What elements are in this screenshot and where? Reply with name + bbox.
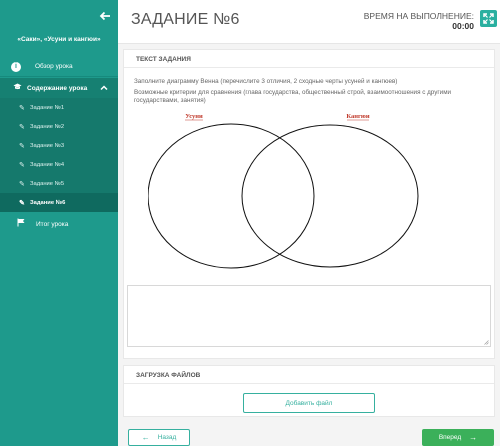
arrow-left-icon[interactable] xyxy=(99,10,111,22)
task-heading: ТЕКСТ ЗАДАНИЯ xyxy=(124,50,494,68)
sidebar-item-overview[interactable]: i Обзор урока xyxy=(0,57,118,77)
main-content: ТЕКСТ ЗАДАНИЯ Заполните диаграмму Венна … xyxy=(118,44,500,446)
venn-diagram: Усуни Кангюи xyxy=(148,113,419,269)
graduation-cap-icon xyxy=(12,83,22,94)
task-label: Задание №5 xyxy=(30,180,65,187)
sidebar-item-label: Итог урока xyxy=(36,220,69,228)
sidebar-item-task-2[interactable]: ✎ Задание №2 xyxy=(0,117,118,136)
task-label: Задание №2 xyxy=(30,123,65,130)
task-label: Задание №3 xyxy=(30,142,65,149)
venn-left-circle xyxy=(148,123,315,269)
course-title: «Саки», «Усуни и кангюи» xyxy=(17,36,101,43)
task-card: ТЕКСТ ЗАДАНИЯ Заполните диаграмму Венна … xyxy=(123,49,495,359)
task-label: Задание №1 xyxy=(30,104,65,111)
venn-right-circle xyxy=(241,124,419,268)
edit-icon: ✎ xyxy=(19,161,25,169)
task-label: Задание №4 xyxy=(30,161,65,168)
header: ЗАДАНИЕ №6 ВРЕМЯ НА ВЫПОЛНЕНИЕ: 00:00 xyxy=(118,0,500,44)
timer-label: ВРЕМЯ НА ВЫПОЛНЕНИЕ: xyxy=(363,11,474,21)
sidebar-item-task-6[interactable]: ✎ Задание №6 xyxy=(0,193,118,212)
page-title: ЗАДАНИЕ №6 xyxy=(131,11,240,28)
task-list: ✎ Задание №1 ✎ Задание №2 ✎ Задание №3 ✎… xyxy=(0,98,118,212)
task-criteria: Возможные критерии для сравнения (глава … xyxy=(134,89,452,104)
sidebar-item-contents[interactable]: Содержание урока xyxy=(0,78,118,98)
timer-value: 00:00 xyxy=(452,21,474,31)
upload-card: ЗАГРУЗКА ФАЙЛОВ Добавить файл xyxy=(123,365,495,417)
arrow-left-icon: ← xyxy=(141,433,150,442)
arrow-right-icon: → xyxy=(469,433,478,442)
sidebar-item-result[interactable]: Итог урока xyxy=(0,214,118,234)
edit-icon: ✎ xyxy=(19,123,25,131)
venn-left-label: Усуни xyxy=(185,113,203,120)
edit-icon: ✎ xyxy=(19,142,25,150)
sidebar: «Саки», «Усуни и кангюи» i Обзор урока С… xyxy=(0,0,118,446)
next-button-label: Вперед xyxy=(438,434,462,441)
sidebar-item-label: Обзор урока xyxy=(35,63,73,70)
edit-icon: ✎ xyxy=(19,180,25,188)
edit-icon: ✎ xyxy=(19,199,25,207)
sidebar-item-task-5[interactable]: ✎ Задание №5 xyxy=(0,174,118,193)
task-instruction: Заполните диаграмму Венна (перечислите 3… xyxy=(134,78,398,85)
edit-icon: ✎ xyxy=(19,104,25,112)
info-icon: i xyxy=(11,61,21,72)
sidebar-item-task-4[interactable]: ✎ Задание №4 xyxy=(0,155,118,174)
answer-textarea[interactable] xyxy=(127,285,491,347)
next-button[interactable]: Вперед → xyxy=(422,429,494,446)
back-button-label: Назад xyxy=(157,434,177,441)
resize-handle-icon[interactable] xyxy=(484,340,489,345)
back-button[interactable]: ← Назад xyxy=(128,429,190,446)
sidebar-item-task-3[interactable]: ✎ Задание №3 xyxy=(0,136,118,155)
chevron-up-icon[interactable] xyxy=(100,84,108,92)
sidebar-item-label: Содержание урока xyxy=(27,84,88,92)
venn-right-label: Кангюи xyxy=(346,113,370,120)
flag-icon xyxy=(16,218,26,230)
fullscreen-icon xyxy=(483,13,494,24)
task-label: Задание №6 xyxy=(30,199,66,206)
sidebar-item-task-1[interactable]: ✎ Задание №1 xyxy=(0,98,118,117)
upload-heading: ЗАГРУЗКА ФАЙЛОВ xyxy=(124,366,494,384)
add-file-button[interactable]: Добавить файл xyxy=(243,393,375,413)
fullscreen-button[interactable] xyxy=(480,10,497,27)
